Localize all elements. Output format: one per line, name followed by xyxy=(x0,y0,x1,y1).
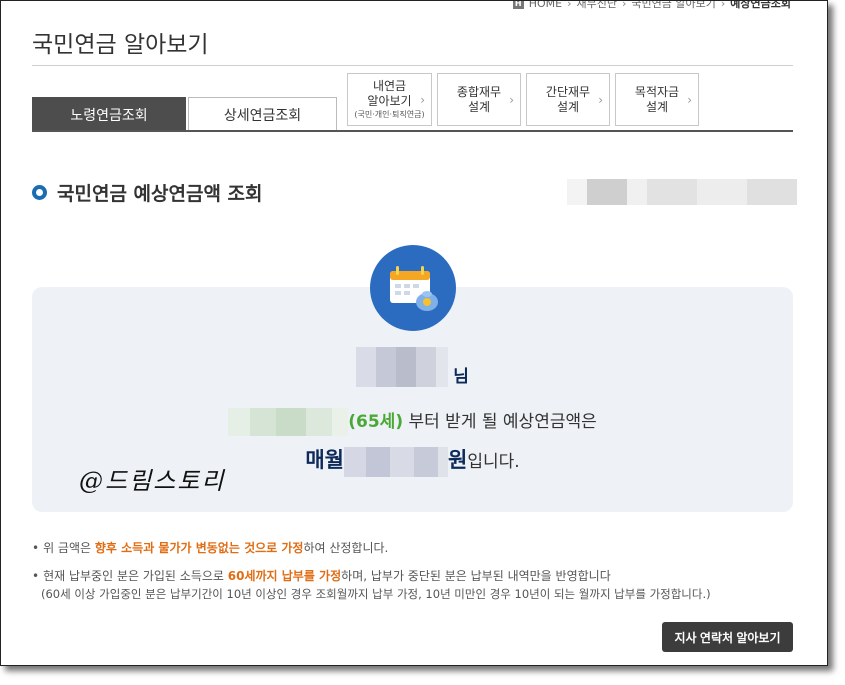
breadcrumb-home[interactable]: HOME xyxy=(529,1,562,10)
chevron-right-icon: › xyxy=(720,0,726,10)
start-age-suffix: 부터 받게 될 예상연금액은 xyxy=(403,412,597,432)
redacted-name xyxy=(356,347,449,387)
window-frame: H HOME › 재무진단 › 국민연금 알아보기 › 예상연금조회 국민연금 … xyxy=(0,0,828,666)
chevron-right-icon: › xyxy=(509,93,514,107)
note-item: • 현재 납부중인 분은 가입된 소득으로 60세까지 납부를 가정하며, 납부가… xyxy=(32,567,711,603)
note2-highlight: 60세까지 납부를 가정 xyxy=(227,569,342,583)
subtab-simple-line2: 설계 xyxy=(556,99,580,114)
redacted-info xyxy=(567,179,797,205)
chevron-right-icon: › xyxy=(420,93,425,107)
title-divider xyxy=(32,65,793,66)
note2-prefix: 현재 납부중인 분은 가입된 소득으로 xyxy=(43,569,228,583)
subtab-my-pension-line2: 알아보기 xyxy=(367,94,412,108)
start-age: (65세) xyxy=(348,412,404,432)
note-item: • 위 금액은 향후 소득과 물가가 변동없는 것으로 가정하여 산정합니다. xyxy=(32,539,711,557)
recipient-name-line: 님 xyxy=(32,347,793,387)
subtab-simple-plan[interactable]: 간단재무 설계 › xyxy=(526,73,610,126)
chevron-right-icon: › xyxy=(687,93,692,107)
note1-highlight: 향후 소득과 물가가 변동없는 것으로 가정 xyxy=(94,541,304,555)
note1-suffix: 하여 산정합니다. xyxy=(303,541,389,555)
redacted-amount xyxy=(343,447,448,477)
home-icon[interactable]: H xyxy=(512,1,524,9)
breadcrumb-diagnosis[interactable]: 재무진단 xyxy=(577,1,617,11)
amount-ending: 입니다. xyxy=(467,452,520,472)
breadcrumb-pension[interactable]: 국민연금 알아보기 xyxy=(631,1,715,11)
tab-baseline xyxy=(32,130,793,132)
calendar-coin-icon xyxy=(370,245,456,331)
tab-old-age-pension[interactable]: 노령연금조회 xyxy=(32,97,186,132)
section-header: 국민연금 예상연금액 조회 xyxy=(32,179,263,206)
monthly-label: 매월 xyxy=(305,448,344,472)
page-title: 국민연금 알아보기 xyxy=(32,32,209,58)
watermark: @드림스토리 xyxy=(79,467,226,495)
breadcrumb: H HOME › 재무진단 › 국민연금 알아보기 › 예상연금조회 xyxy=(512,0,791,11)
subtab-simple-line1: 간단재무 xyxy=(545,84,591,99)
chevron-right-icon: › xyxy=(621,0,627,10)
tab-detailed-pension[interactable]: 상세연금조회 xyxy=(188,97,337,132)
note2-suffix: 하며, 납부가 중단된 분은 납부된 내역만을 반영합니다 xyxy=(341,569,611,583)
bullet-dot-icon: • xyxy=(32,541,40,555)
chevron-right-icon: › xyxy=(567,0,572,10)
subtab-goal-line2: 설계 xyxy=(645,99,669,114)
subtab-comprehensive-plan[interactable]: 종합재무 설계 › xyxy=(437,73,521,126)
honorific-suffix: 님 xyxy=(453,367,469,387)
currency-label: 원 xyxy=(447,448,468,472)
note1-prefix: 위 금액은 xyxy=(43,541,95,555)
subtab-comprehensive-line2: 설계 xyxy=(467,99,491,114)
start-age-line: (65세) 부터 받게 될 예상연금액은 xyxy=(32,407,793,437)
chevron-right-icon: › xyxy=(598,93,603,107)
note2-detail: (60세 이상 가입중인 분은 납부기간이 10년 이상인 경우 조회월까지 납… xyxy=(41,587,711,601)
subtab-goal-line1: 목적자금 xyxy=(634,84,680,99)
section-title: 국민연금 예상연금액 조회 xyxy=(57,183,263,205)
subtab-goal-fund-plan[interactable]: 목적자금 설계 › xyxy=(615,73,699,126)
subtab-my-pension-line1: 내연금 xyxy=(372,79,407,93)
circle-bullet-icon xyxy=(32,185,47,200)
subtab-comprehensive-line1: 종합재무 xyxy=(456,84,502,99)
redacted-start-date xyxy=(228,408,349,436)
branch-contact-button[interactable]: 지사 연락처 알아보기 xyxy=(662,622,793,652)
subtab-my-pension-line3: (국민·개인·퇴직연금) xyxy=(354,110,425,119)
subtab-my-pension[interactable]: 내연금 알아보기 (국민·개인·퇴직연금) › xyxy=(347,73,432,126)
breadcrumb-current: 예상연금조회 xyxy=(730,0,791,10)
bullet-dot-icon: • xyxy=(32,569,40,583)
notes: • 위 금액은 향후 소득과 물가가 변동없는 것으로 가정하여 산정합니다. •… xyxy=(32,539,711,613)
tab-bar: 노령연금조회 상세연금조회 내연금 알아보기 (국민·개인·퇴직연금) › 종합… xyxy=(32,73,793,133)
